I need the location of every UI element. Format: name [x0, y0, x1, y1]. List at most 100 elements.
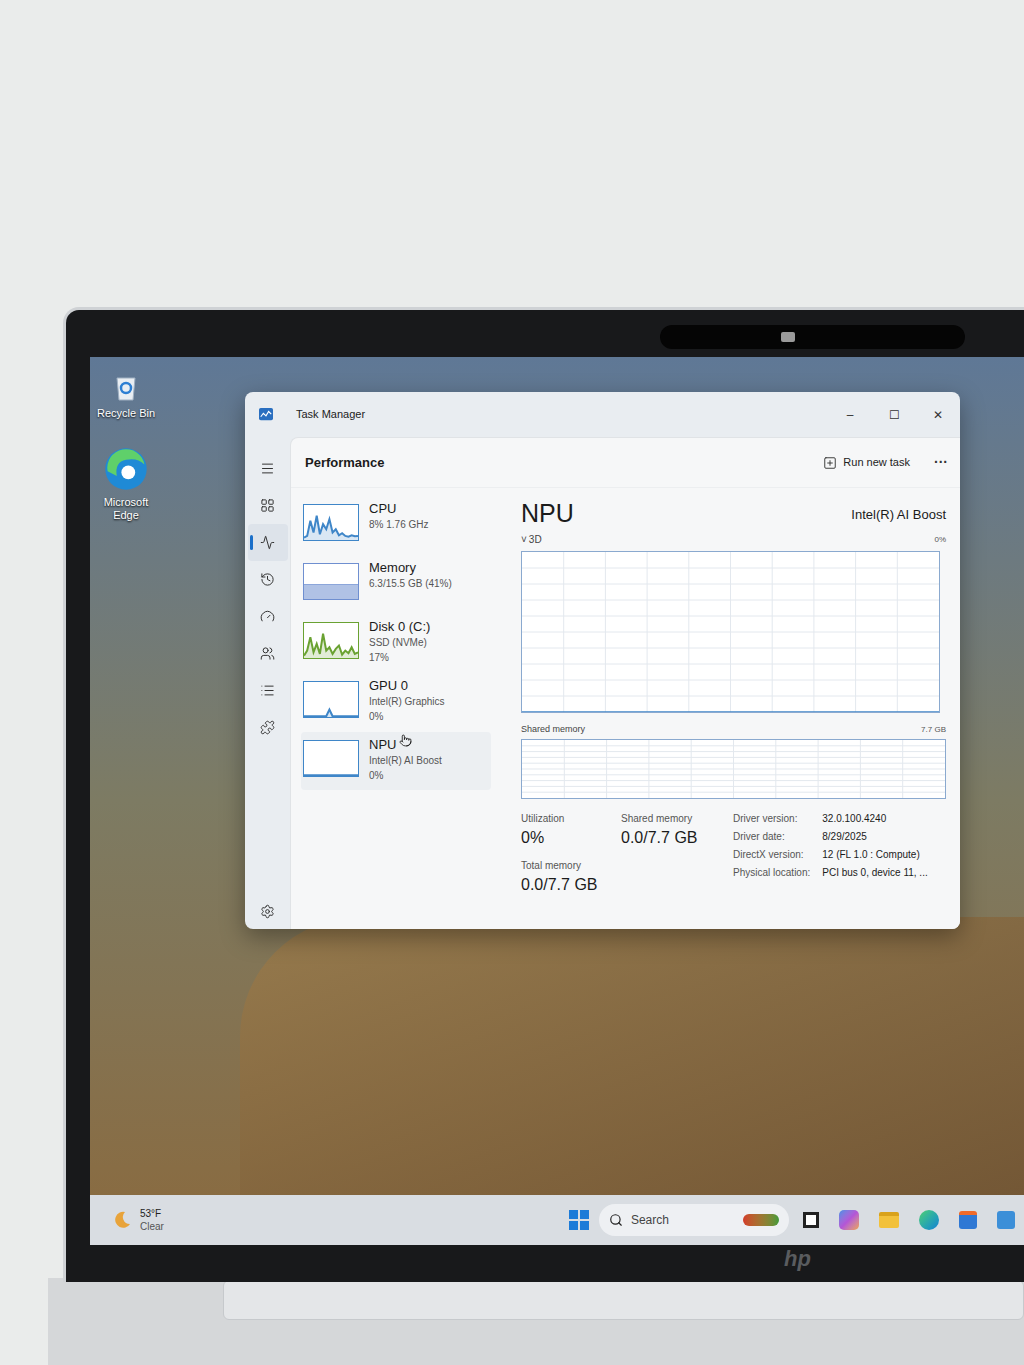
memory-thumbnail-graph: [303, 563, 359, 600]
device-detail: Intel(R) AI Boost: [369, 753, 442, 768]
device-thumbnail-graph: [303, 681, 359, 718]
weather-condition: Clear: [140, 1220, 164, 1233]
device-thumbnail-graph: [303, 504, 359, 541]
search-box[interactable]: Search: [599, 1204, 789, 1236]
device-detail: 8% 1.76 GHz: [369, 517, 428, 532]
nav-item[interactable]: [248, 709, 288, 746]
device-text: Memory6.3/15.5 GB (41%): [369, 560, 452, 591]
device-item[interactable]: GPU 0Intel(R) Graphics0%: [301, 673, 491, 731]
graph-max: 0%: [934, 534, 946, 546]
nav-item[interactable]: [248, 450, 288, 487]
window-control-button[interactable]: ✕: [916, 400, 960, 430]
property-value: 8/29/2025: [822, 829, 946, 844]
properties: Driver version: 32.0.100.4240 Driver date:…: [733, 811, 946, 897]
brand-logo: hp: [784, 1248, 811, 1270]
stat: Utilization0%: [521, 811, 621, 850]
page-header: PerformanceRun new task···: [291, 438, 960, 488]
window-control-button[interactable]: ☐: [872, 400, 916, 430]
stats-col-1: Utilization0% Total memory0.0/7.7 GB: [521, 811, 621, 897]
more-button[interactable]: ···: [934, 452, 948, 473]
device-item[interactable]: Disk 0 (C:)SSD (NVMe)17%: [301, 614, 491, 672]
device-detail: 0%: [369, 768, 442, 783]
device-item[interactable]: NPUIntel(R) AI Boost0%: [301, 732, 491, 790]
device-text: CPU8% 1.76 GHz: [369, 501, 428, 532]
edge-icon: [103, 446, 149, 492]
device-text: GPU 0Intel(R) Graphics0%: [369, 678, 445, 724]
nav-icon: [260, 461, 275, 476]
window-title: Task Manager: [296, 406, 365, 423]
device-name: Memory: [369, 560, 452, 576]
nav-icon: [260, 646, 275, 661]
hinge-strip: [223, 1280, 1024, 1320]
stat: Total memory0.0/7.7 GB: [521, 858, 621, 897]
nav-icon: [260, 535, 275, 550]
property-value: 32.0.100.4240: [822, 811, 946, 826]
desktop-icon[interactable]: Microsoft Edge: [92, 446, 160, 522]
device-detail: 17%: [369, 650, 430, 665]
settings-nav-item[interactable]: [260, 904, 275, 919]
device-detail: 6.3/15.5 GB (41%): [369, 576, 452, 591]
taskbar-apps: [803, 1210, 1015, 1230]
search-placeholder: Search: [631, 1211, 669, 1229]
device-item[interactable]: Memory6.3/15.5 GB (41%): [301, 555, 491, 613]
desktop-icon-label: Recycle Bin: [97, 407, 155, 420]
nav-icon: [260, 683, 275, 698]
desktop-icon-label: Microsoft Edge: [92, 496, 160, 522]
content-area: PerformanceRun new task···CPU8% 1.76 GHz…: [290, 437, 960, 929]
chevron-icon: ˅: [521, 534, 527, 545]
window-body: PerformanceRun new task···CPU8% 1.76 GHz…: [245, 437, 960, 929]
store-icon[interactable]: [959, 1211, 977, 1229]
desktop-icon[interactable]: Recycle Bin: [92, 369, 160, 420]
search-highlight-icon: [743, 1214, 779, 1226]
weather-widget[interactable]: 53°FClear: [112, 1207, 164, 1233]
stat: Shared memory0.0/7.7 GB: [621, 811, 733, 897]
task-manager-taskbar-icon[interactable]: [997, 1211, 1015, 1229]
run-new-task-button[interactable]: Run new task: [817, 450, 916, 475]
nav-item[interactable]: [248, 524, 288, 561]
window-control-button[interactable]: –: [828, 400, 872, 430]
window-controls: –☐✕: [828, 400, 960, 430]
task-manager-window: Task Manager–☐✕PerformanceRun new task··…: [245, 392, 960, 929]
nav-item[interactable]: [248, 635, 288, 672]
performance-body: CPU8% 1.76 GHz Memory6.3/15.5 GB (41%) Dis…: [291, 488, 960, 929]
new-task-icon: [823, 456, 837, 470]
task-view-icon[interactable]: [803, 1212, 819, 1228]
detail-header: NPU Intel(R) AI Boost: [521, 498, 946, 528]
edge-taskbar-icon[interactable]: [919, 1210, 939, 1230]
graph-caption: ˅3D 0%: [521, 532, 946, 547]
detail-title: NPU: [521, 498, 574, 528]
camera-bar: [660, 325, 965, 349]
detail-model: Intel(R) AI Boost: [851, 505, 946, 525]
engine-selector[interactable]: ˅3D: [521, 532, 542, 547]
property-label: Driver date:: [733, 829, 810, 844]
wallpaper-cliff: [240, 917, 1024, 1195]
device-name: NPU: [369, 737, 442, 753]
start-button[interactable]: [569, 1210, 589, 1230]
property-label: DirectX version:: [733, 847, 810, 862]
property-label: Driver version:: [733, 811, 810, 826]
device-name: CPU: [369, 501, 428, 517]
stat-label: Total memory: [521, 858, 621, 873]
shared-memory-label: Shared memory: [521, 723, 585, 737]
nav-icon: [260, 609, 275, 624]
nav-item[interactable]: [248, 561, 288, 598]
device-name: Disk 0 (C:): [369, 619, 430, 635]
copilot-icon[interactable]: [839, 1210, 859, 1230]
nav-icon: [260, 572, 275, 587]
nav-item[interactable]: [248, 487, 288, 524]
nav-item[interactable]: [248, 672, 288, 709]
device-detail: Intel(R) Graphics: [369, 694, 445, 709]
device-thumbnail-graph: [303, 622, 359, 659]
property-value: PCI bus 0, device 11, ...: [822, 865, 946, 880]
device-text: Disk 0 (C:)SSD (NVMe)17%: [369, 619, 430, 665]
photo-scene: hp Recycle Bin Microsoft Edge Task Manager –…: [0, 0, 1024, 1365]
device-list: CPU8% 1.76 GHz Memory6.3/15.5 GB (41%) Dis…: [301, 488, 491, 929]
shared-memory-graph: [521, 739, 946, 799]
task-manager-icon: [258, 408, 274, 422]
nav-item[interactable]: [248, 598, 288, 635]
device-item[interactable]: CPU8% 1.76 GHz: [301, 496, 491, 554]
device-detail: SSD (NVMe): [369, 635, 430, 650]
property-value: 12 (FL 1.0 : Compute): [822, 847, 946, 862]
file-explorer-icon[interactable]: [879, 1212, 899, 1228]
utilization-graph: [521, 551, 940, 713]
